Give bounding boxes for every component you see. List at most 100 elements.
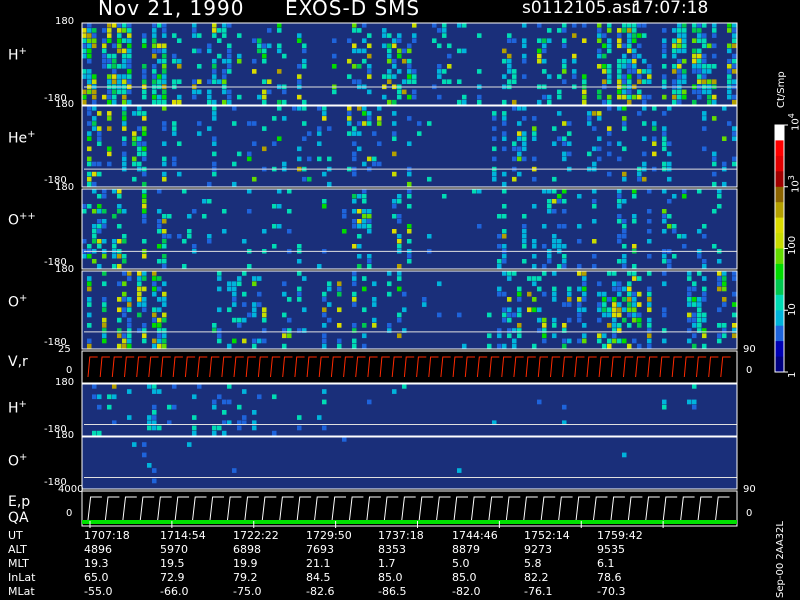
panel-label-h-plus-1: H+: [8, 46, 27, 64]
heatmap-cell: [117, 28, 122, 33]
heatmap-cell: [697, 94, 702, 100]
heatmap-cell: [152, 33, 157, 38]
heatmap-cell: [112, 64, 117, 69]
heatmap-cell: [622, 64, 627, 69]
heatmap-cell: [367, 33, 372, 38]
heatmap-cell: [512, 343, 517, 349]
heatmap-cell: [232, 286, 237, 292]
heatmap-cell: [622, 297, 627, 302]
heatmap-cell: [677, 64, 682, 69]
heatmap-cell: [507, 58, 512, 64]
heatmap-cell: [702, 111, 707, 116]
heatmap-cell: [497, 291, 502, 297]
heatmap-cell: [337, 338, 342, 344]
heatmap-cell: [297, 291, 302, 297]
heatmap-cell: [617, 156, 622, 162]
footer-row-label: InLat: [8, 571, 36, 584]
heatmap-cell: [607, 48, 612, 54]
heatmap-cell: [167, 214, 172, 219]
footer-value: 79.2: [233, 571, 258, 584]
heatmap-cell: [617, 259, 622, 264]
heatmap-cell: [567, 291, 572, 297]
heatmap-cell: [227, 58, 232, 64]
heatmap-cell: [117, 297, 122, 302]
heatmap-cell: [272, 141, 277, 146]
heatmap-cell: [212, 111, 217, 116]
heatmap-cell: [627, 281, 632, 287]
heatmap-cell: [582, 94, 587, 100]
heatmap-cell: [337, 343, 342, 349]
heatmap-cell: [662, 131, 667, 136]
heatmap-cell: [232, 338, 237, 344]
heatmap-cell: [107, 23, 112, 28]
heatmap-cell: [557, 239, 562, 244]
heatmap-cell: [112, 394, 117, 400]
heatmap-cell: [617, 74, 622, 79]
heatmap-cell: [392, 58, 397, 64]
ion-name: H: [8, 400, 19, 417]
heatmap-cell: [137, 136, 142, 141]
heatmap-cell: [617, 307, 622, 313]
heatmap-cell: [527, 291, 532, 297]
heatmap-cell: [717, 189, 722, 194]
heatmap-cell: [142, 214, 147, 219]
heatmap-cell: [232, 468, 237, 473]
heatmap-cell: [87, 69, 92, 74]
heatmap-cell: [82, 43, 87, 49]
footer-row-label: MLat: [8, 585, 35, 598]
heatmap-cell: [347, 131, 352, 136]
heatmap-cell: [542, 264, 547, 269]
heatmap-cell: [372, 161, 377, 167]
colorbar-swatch: [775, 125, 784, 141]
heatmap-cell: [97, 209, 102, 214]
heatmap-cell: [387, 53, 392, 59]
heatmap-cell: [152, 343, 157, 349]
heatmap-cell: [682, 244, 687, 249]
heatmap-cell: [632, 53, 637, 59]
heatmap-cell: [357, 106, 362, 111]
heatmap-cell: [252, 141, 257, 146]
heatmap-cell: [527, 307, 532, 313]
heatmap-cell: [387, 271, 392, 276]
heatmap-cell: [127, 53, 132, 59]
heatmap-cell: [182, 264, 187, 269]
heatmap-cell: [407, 141, 412, 146]
heatmap-cell: [367, 264, 372, 269]
heatmap-cell: [237, 33, 242, 38]
heatmap-cell: [712, 28, 717, 33]
heatmap-cell: [122, 99, 127, 105]
heatmap-cell: [152, 99, 157, 105]
heatmap-cell: [142, 333, 147, 339]
heatmap-cell: [547, 209, 552, 214]
heatmap-cell: [597, 53, 602, 59]
heatmap-cell: [152, 404, 157, 410]
heatmap-cell: [397, 48, 402, 54]
heatmap-cell: [212, 64, 217, 69]
heatmap-cell: [667, 151, 672, 157]
heatmap-cell: [667, 214, 672, 219]
heatmap-cell: [157, 276, 162, 281]
heatmap-cell: [607, 271, 612, 276]
heatmap-cell: [702, 33, 707, 38]
heatmap-cell: [127, 333, 132, 339]
heatmap-cell: [697, 229, 702, 234]
heatmap-cell: [297, 415, 302, 420]
heatmap-cell: [287, 333, 292, 339]
footer-row-ut: UT 1707:18 1714:54 1722:22 1729:50 1737:18 174…: [0, 529, 770, 542]
heatmap-cell: [87, 254, 92, 259]
heatmap-cell: [322, 343, 327, 349]
heatmap-cell: [632, 23, 637, 28]
heatmap-cell: [367, 224, 372, 229]
heatmap-cell: [162, 171, 167, 177]
heatmap-cell: [102, 307, 107, 313]
heatmap-cell: [622, 74, 627, 79]
heatmap-cell: [622, 106, 627, 111]
heatmap-cell: [597, 136, 602, 141]
heatmap-cell: [622, 224, 627, 229]
heatmap-cell: [672, 53, 677, 59]
heatmap-cell: [522, 156, 527, 162]
heatmap-cell: [697, 48, 702, 54]
colorbar-tick-base: 100: [787, 235, 798, 255]
panel-label2-ep: QA: [8, 510, 29, 526]
heatmap-cell: [107, 33, 112, 38]
